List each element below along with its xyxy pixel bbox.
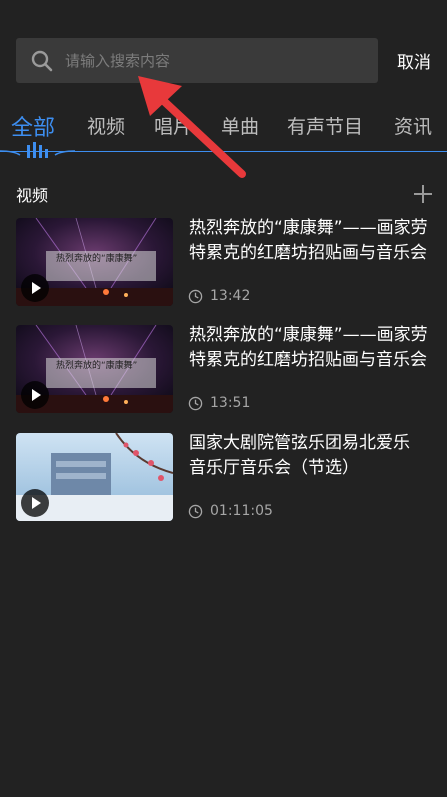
clock-icon: [188, 396, 203, 410]
video-thumbnail[interactable]: [16, 433, 173, 521]
video-title[interactable]: 热烈奔放的“康康舞”——画家劳 特累克的红磨坊招贴画与音乐会: [189, 323, 435, 373]
tab-news[interactable]: 资讯: [394, 112, 432, 139]
clock-icon: [188, 504, 203, 518]
video-title[interactable]: 热烈奔放的“康康舞”——画家劳 特累克的红磨坊招贴画与音乐会: [189, 216, 435, 266]
tab-audio-program[interactable]: 有声节目: [287, 112, 363, 139]
video-thumbnail[interactable]: 热烈奔放的“康康舞”: [16, 325, 173, 413]
video-duration: 01:11:05: [188, 503, 273, 519]
video-duration: 13:42: [188, 288, 250, 304]
tab-all[interactable]: 全部: [11, 110, 55, 142]
video-duration: 13:51: [188, 395, 250, 411]
cancel-button[interactable]: 取消: [397, 48, 431, 73]
play-icon[interactable]: [21, 489, 49, 517]
video-list-item[interactable]: 国家大剧院管弦乐团易北爱乐 音乐厅音乐会（节选） 01:11:05: [16, 433, 431, 523]
active-tab-indicator: [0, 142, 75, 158]
thumbnail-caption: 热烈奔放的“康康舞”: [56, 252, 137, 264]
search-icon: [31, 50, 53, 72]
play-icon[interactable]: [21, 274, 49, 302]
section-title: 视频: [16, 186, 49, 205]
plus-icon[interactable]: [413, 184, 433, 204]
video-list-item[interactable]: 热烈奔放的“康康舞” 热烈奔放的“康康舞”——画家劳 特累克的红磨坊招贴画与音乐…: [16, 325, 431, 415]
video-thumbnail[interactable]: 热烈奔放的“康康舞”: [16, 218, 173, 306]
video-list-item[interactable]: 热烈奔放的“康康舞” 热烈奔放的“康康舞”——画家劳 特累克的红磨坊招贴画与音乐…: [16, 218, 431, 308]
video-title[interactable]: 国家大剧院管弦乐团易北爱乐 音乐厅音乐会（节选）: [189, 431, 435, 481]
play-icon[interactable]: [21, 381, 49, 409]
clock-icon: [188, 289, 203, 303]
thumbnail-caption: 热烈奔放的“康康舞”: [56, 359, 137, 371]
pointer-arrow-icon: [138, 76, 246, 178]
tab-video[interactable]: 视频: [87, 112, 125, 139]
